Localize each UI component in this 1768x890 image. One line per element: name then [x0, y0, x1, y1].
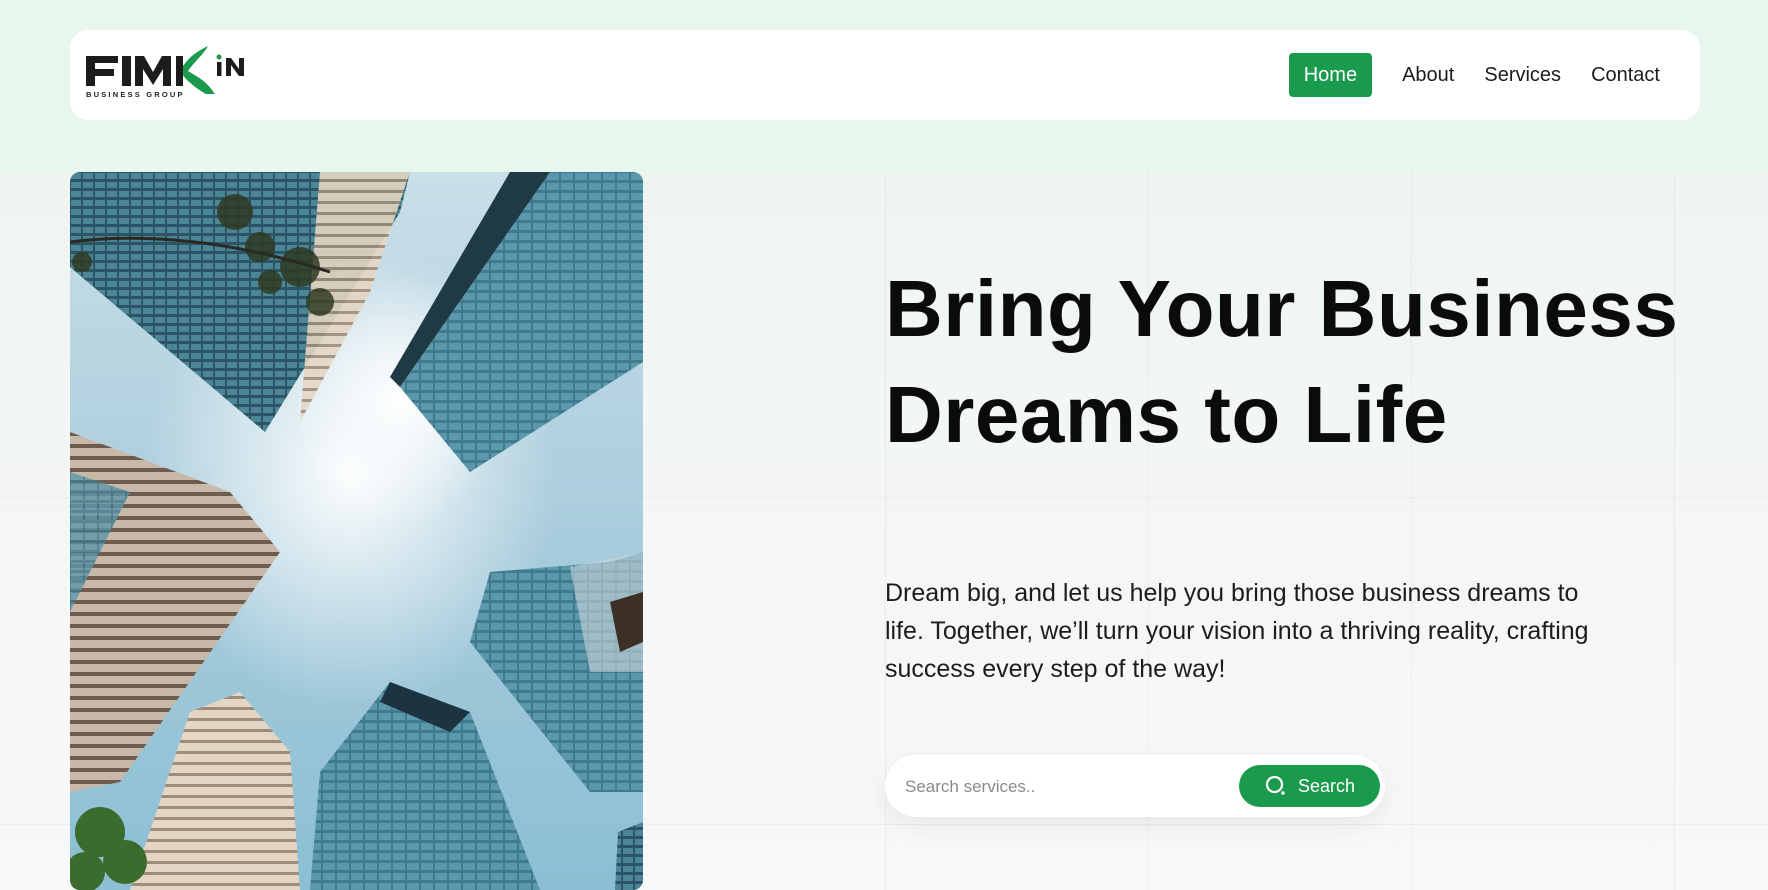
hero-description: Dream big, and let us help you bring tho…	[885, 579, 1589, 683]
nav-services[interactable]: Services	[1469, 53, 1576, 97]
brand-logo[interactable]: BUSINESS GROUP	[84, 44, 274, 106]
nav-contact[interactable]: Contact	[1576, 53, 1675, 97]
navbar: BUSINESS GROUP Home About Services Conta…	[70, 30, 1700, 120]
logo-subtitle: BUSINESS GROUP	[86, 90, 185, 99]
search-button[interactable]: Search	[1239, 765, 1380, 807]
hero-image	[70, 172, 643, 890]
hero-title: Bring Your Business Dreams to Life	[885, 264, 1679, 459]
nav-home[interactable]: Home	[1288, 53, 1373, 97]
search-button-label: Search	[1297, 775, 1356, 796]
city-skyscrapers-image	[70, 172, 643, 890]
search-bar: Search	[885, 755, 1385, 817]
main-nav: Home About Services Contact	[1288, 53, 1675, 97]
logo-mark	[86, 46, 244, 94]
search-input[interactable]	[903, 767, 1227, 807]
search-icon	[1264, 774, 1288, 798]
nav-about[interactable]: About	[1387, 53, 1469, 97]
